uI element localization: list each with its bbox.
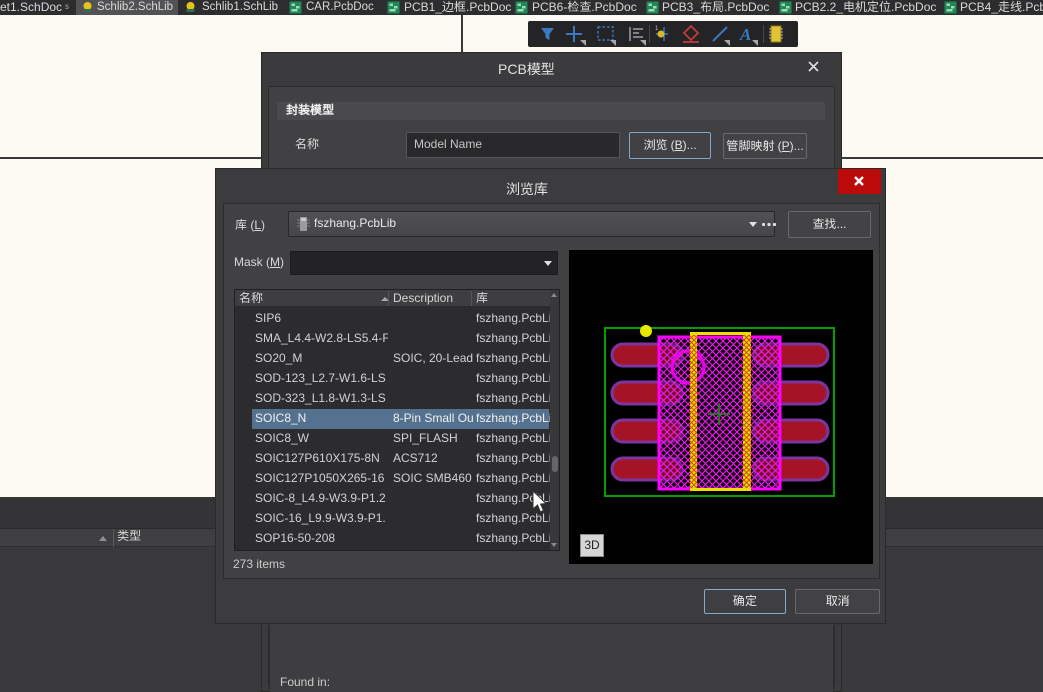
svg-text:1: 1 bbox=[655, 26, 659, 32]
svg-text:A: A bbox=[739, 25, 751, 44]
